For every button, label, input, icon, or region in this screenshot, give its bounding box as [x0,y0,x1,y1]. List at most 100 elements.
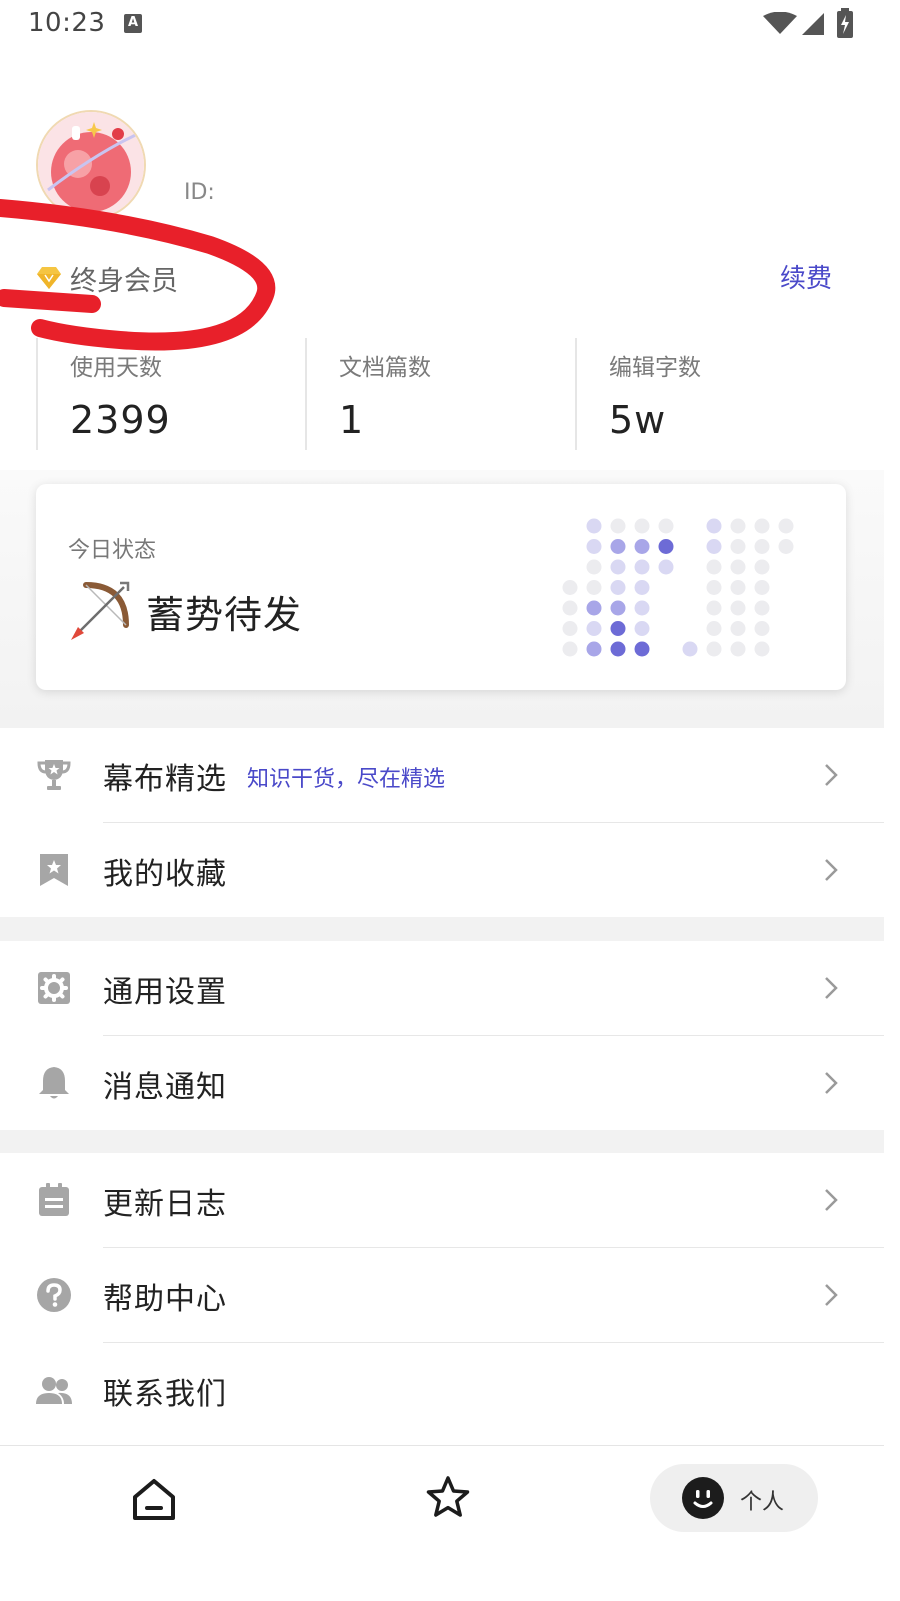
renew-button[interactable]: 续费 [780,258,832,295]
activity-dot [754,600,770,616]
activity-dot [586,641,602,657]
activity-dot [586,600,602,616]
bell-icon [39,1067,69,1099]
menu-item-favorites[interactable]: 我的收藏 [0,823,884,917]
today-status-card[interactable]: 今日状态 蓄势待发 [36,484,846,690]
activity-dot [730,539,746,554]
activity-dot [610,580,626,595]
activity-dot [586,580,602,595]
menu-item-help[interactable]: 帮助中心 [0,1248,884,1342]
activity-dot [706,518,722,534]
chevron-right-icon [825,1189,838,1211]
stat-value: 1 [339,398,365,442]
activity-dot [682,641,698,657]
stats-row: 使用天数 2399 文档篇数 1 编辑字数 5w [36,338,856,450]
notification-icon: A [124,14,142,33]
right-edge [884,0,900,1600]
menu-item-settings[interactable]: 通用设置 [0,941,884,1035]
activity-dot [610,641,626,657]
activity-dot [778,518,794,534]
activity-dot [706,621,722,636]
menu-item-subtitle: 知识干货，尽在精选 [247,767,446,792]
avatar-image [38,112,144,218]
menu-item-contact[interactable]: 联系我们 [0,1343,884,1437]
membership-label: 终身会员 [70,265,178,297]
stat-days: 使用天数 2399 [36,338,171,450]
activity-dot [730,600,746,616]
activity-dot [730,559,746,575]
menu-item-notifications[interactable]: 消息通知 [0,1036,884,1130]
chevron-right-icon [825,1072,838,1094]
help-question-icon [37,1278,71,1312]
menu-item-label: 通用设置 [103,975,227,1010]
today-status-text: 蓄势待发 [146,592,303,637]
section-gap [0,1130,884,1153]
star-icon[interactable] [424,1474,472,1522]
settings-gear-icon [38,972,70,1004]
activity-dot [586,621,602,636]
activity-dot [658,539,674,554]
stat-documents: 文档篇数 1 [305,338,431,450]
user-id-label: ID: [184,180,215,205]
today-status-title: 今日状态 [68,538,157,563]
activity-dot [610,600,626,616]
stat-label: 文档篇数 [339,355,431,381]
activity-dot [634,539,650,554]
activity-dot [754,580,770,595]
activity-dot [730,518,746,534]
activity-dot [730,621,746,636]
activity-dot [610,518,626,534]
menu-group-content: 幕布精选 知识干货，尽在精选 我的收藏 [0,728,884,917]
home-icon[interactable] [130,1475,178,1523]
activity-dot [634,621,650,636]
wifi-icon [763,12,797,34]
menu-item-label: 帮助中心 [103,1282,227,1317]
people-icon [36,1377,72,1404]
membership-badge: 终身会员 [36,258,178,298]
activity-dot [730,641,746,657]
activity-dot [634,641,650,657]
trophy-icon [37,760,71,790]
activity-dot [610,621,626,636]
menu-item-featured[interactable]: 幕布精选 知识干货，尽在精选 [0,728,884,822]
diamond-icon [37,267,61,289]
activity-dot [586,559,602,575]
chevron-right-icon [825,977,838,999]
activity-dot [562,600,578,616]
activity-dot [610,539,626,554]
menu-item-changelog[interactable]: 更新日志 [0,1153,884,1247]
activity-dot [706,539,722,554]
activity-dot [658,518,674,534]
bow-arrow-icon [71,581,130,640]
today-status: 蓄势待发 [68,579,302,643]
chevron-right-icon [825,764,838,786]
avatar[interactable] [36,110,146,220]
nav-tab-me[interactable]: 个人 [650,1464,818,1532]
activity-dot [634,518,650,534]
stat-label: 编辑字数 [609,355,701,381]
activity-dot [586,518,602,534]
status-bar: 10:23 A [0,0,900,50]
chevron-right-icon [825,859,838,881]
activity-dot [754,518,770,534]
activity-dot [706,580,722,595]
nav-tab-me-label: 个人 [740,1490,785,1515]
activity-dot [754,621,770,636]
calendar-log-icon [39,1183,69,1216]
activity-dot [754,539,770,554]
bookmark-star-icon [40,854,68,886]
activity-dot [658,559,674,575]
activity-dot [706,641,722,657]
menu-item-label: 联系我们 [103,1377,227,1412]
activity-dot [706,559,722,575]
chevron-right-icon [825,1284,838,1306]
activity-dot [562,580,578,595]
status-time: 10:23 [28,8,106,38]
stat-value: 2399 [70,398,171,442]
battery-charging-icon [837,8,853,38]
activity-dot [634,580,650,595]
activity-dot [562,621,578,636]
stat-words: 编辑字数 5w [575,338,701,450]
activity-dot [778,539,794,554]
menu-group-about: 更新日志 帮助中心 联系我们 [0,1153,884,1437]
